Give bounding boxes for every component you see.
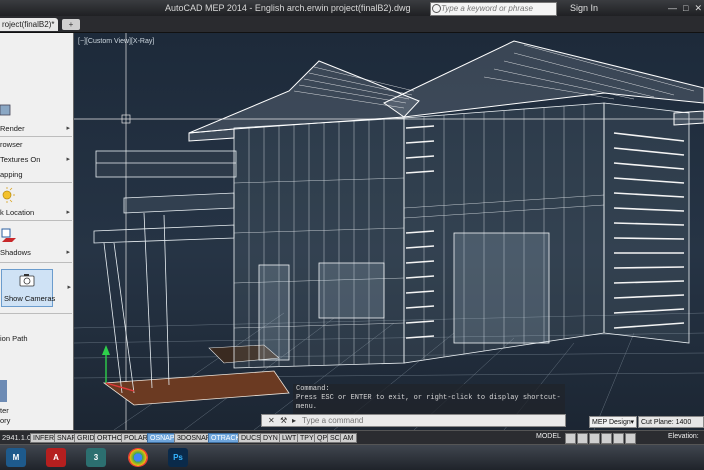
motion-path-button[interactable]: ion Path <box>0 334 72 343</box>
chevron-right-icon: ▸ <box>66 156 70 163</box>
toggle-osnap[interactable]: OSNAP <box>147 433 178 443</box>
command-input[interactable] <box>302 415 562 426</box>
3dsmax-icon[interactable]: 3 <box>86 448 106 467</box>
lock-icon[interactable] <box>601 433 612 444</box>
textures-toggle[interactable]: Textures On ▸ <box>0 155 72 164</box>
tab-drawing[interactable]: roject(finalB2)* <box>0 18 58 31</box>
photoshop-icon[interactable]: Ps <box>168 448 188 467</box>
toggle-am[interactable]: AM <box>340 433 357 443</box>
window-controls: — □ ✕ <box>668 0 702 16</box>
search-box[interactable]: Type a keyword or phrase <box>430 2 557 16</box>
mep-design-dropdown[interactable]: MEP Design ▾ <box>589 416 637 428</box>
ribbon-panel: Render ▸ rowser Textures On ▸ apping k L… <box>0 33 74 430</box>
search-icon <box>432 4 441 13</box>
toggle-infer[interactable]: INFER <box>30 433 57 443</box>
settings-icon[interactable] <box>625 433 636 444</box>
coordinates-readout: 2941.1.0 <box>2 433 32 442</box>
building-wireframe <box>74 33 704 430</box>
divider <box>0 313 72 314</box>
divider <box>0 136 72 137</box>
window-title: AutoCAD MEP 2014 - English arch.erwin pr… <box>165 3 411 13</box>
cut-plane-field[interactable]: Cut Plane: 1400 <box>638 416 704 428</box>
sun-location-button[interactable]: k Location ▸ <box>0 208 72 217</box>
camera-icon <box>19 274 35 287</box>
elevation-label: Elevation: <box>668 433 699 440</box>
autocad-mep-icon[interactable]: M <box>6 448 26 467</box>
cut-plane-label: Cut Plane: <box>641 419 674 426</box>
panel-item-ter[interactable]: ter <box>0 406 72 415</box>
panel-item-ory[interactable]: ory <box>0 416 72 425</box>
taskbar: M A 3 Ps <box>0 444 704 470</box>
maximize-icon[interactable]: □ <box>683 3 688 13</box>
sign-in-button[interactable]: Sign In <box>570 3 598 13</box>
close-icon[interactable]: ✕ <box>268 416 275 425</box>
render-icon <box>0 104 11 116</box>
model-space-button[interactable]: MODEL <box>536 433 561 440</box>
status-bar: 2941.1.0 INFER SNAP GRID ORTHO POLAR OSN… <box>0 430 704 445</box>
drawing-viewport[interactable]: [−][Custom View][X-Ray] <box>74 33 704 430</box>
annotation-icon[interactable] <box>577 433 588 444</box>
divider <box>0 182 72 183</box>
new-tab-button[interactable]: + <box>62 19 80 30</box>
workspace-icon[interactable] <box>589 433 600 444</box>
command-history-line: Press ESC or ENTER to exit, or right-cli… <box>296 394 561 402</box>
chevron-right-icon: ▸ <box>66 209 70 216</box>
mep-design-label: MEP Design <box>592 419 631 426</box>
cut-plane-value: 1400 <box>675 419 692 426</box>
file-tab-bar: roject(finalB2)* + <box>0 16 704 33</box>
toggle-dyn[interactable]: DYN <box>260 433 281 443</box>
command-history: Command: Press ESC or ENTER to exit, or … <box>293 384 565 414</box>
chrome-icon[interactable] <box>128 448 148 467</box>
autocad-icon[interactable]: A <box>46 448 66 467</box>
command-history-line: Command: <box>296 385 330 393</box>
render-button[interactable]: Render ▸ <box>0 124 72 133</box>
mapping-button[interactable]: apping <box>0 170 72 179</box>
command-line[interactable]: ✕ ⚒ ▸ <box>261 414 566 427</box>
sun-icon <box>2 187 15 203</box>
shadows-button[interactable]: Shadows ▸ <box>0 248 72 257</box>
close-icon[interactable]: ✕ <box>694 3 702 14</box>
grid-icon[interactable] <box>565 433 576 444</box>
divider <box>0 220 72 221</box>
chevron-right-icon: ▸ <box>66 249 70 256</box>
show-cameras-button[interactable]: Show Cameras <box>1 269 55 307</box>
chevron-right-icon: ▸ <box>66 125 70 132</box>
chevron-down-icon: ▾ <box>630 419 634 426</box>
search-placeholder: Type a keyword or phrase <box>441 4 533 13</box>
command-prompt-icon: ▸ <box>292 416 297 425</box>
title-bar: AutoCAD MEP 2014 - English arch.erwin pr… <box>0 0 704 16</box>
browser-button[interactable]: rowser <box>0 140 72 149</box>
isolate-icon[interactable] <box>613 433 624 444</box>
tab-label: roject(finalB2)* <box>2 20 55 29</box>
command-history-line: menu. <box>296 403 318 411</box>
divider <box>0 262 72 263</box>
chevron-right-icon: ▸ <box>67 284 71 291</box>
panel-tool-icon <box>0 380 7 402</box>
minimize-icon[interactable]: — <box>668 3 677 13</box>
shadows-icon <box>1 228 16 242</box>
wrench-icon[interactable]: ⚒ <box>280 416 287 425</box>
